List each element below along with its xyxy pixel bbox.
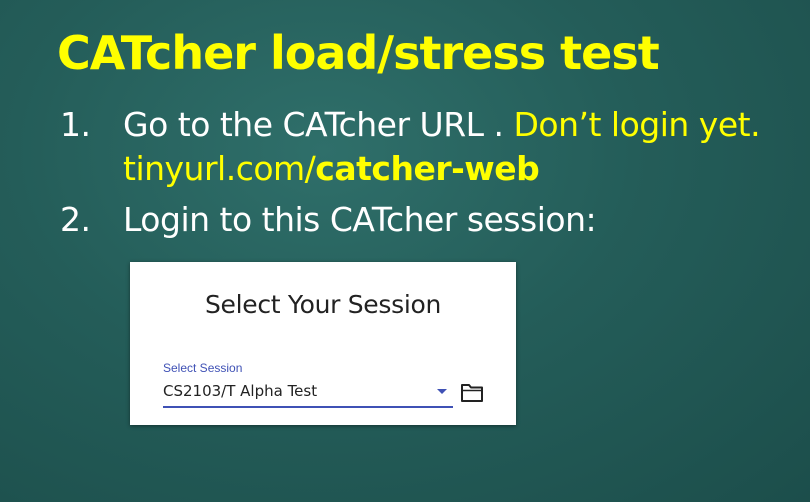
session-field-label: Select Session [163, 361, 243, 375]
slide: CATcher load/stress test 1. Go to the CAT… [0, 0, 810, 502]
instruction-highlight: Don’t login yet. [513, 105, 761, 144]
list-number: 1. [60, 105, 91, 144]
folder-icon[interactable] [460, 383, 484, 403]
catcher-url: tinyurl.com/catcher-web [123, 149, 540, 189]
url-domain: tinyurl.com/ [123, 149, 316, 188]
list-item-2: 2. Login to this CATcher session: [60, 200, 597, 240]
instruction-text: Go to the CATcher URL . [123, 105, 514, 144]
session-select-underline [163, 406, 453, 408]
list-number: 2. [60, 200, 91, 239]
session-select-panel: Select Your Session Select Session CS210… [130, 262, 516, 425]
slide-title: CATcher load/stress test [57, 26, 660, 80]
session-select[interactable]: CS2103/T Alpha Test [163, 382, 317, 400]
arrow-drop-down-icon[interactable] [437, 389, 447, 394]
panel-title: Select Your Session [204, 290, 442, 319]
url-path: catcher-web [315, 149, 540, 188]
list-item-1: 1. Go to the CATcher URL . Don’t login ye… [60, 105, 761, 145]
instruction-text: Login to this CATcher session: [123, 200, 597, 239]
